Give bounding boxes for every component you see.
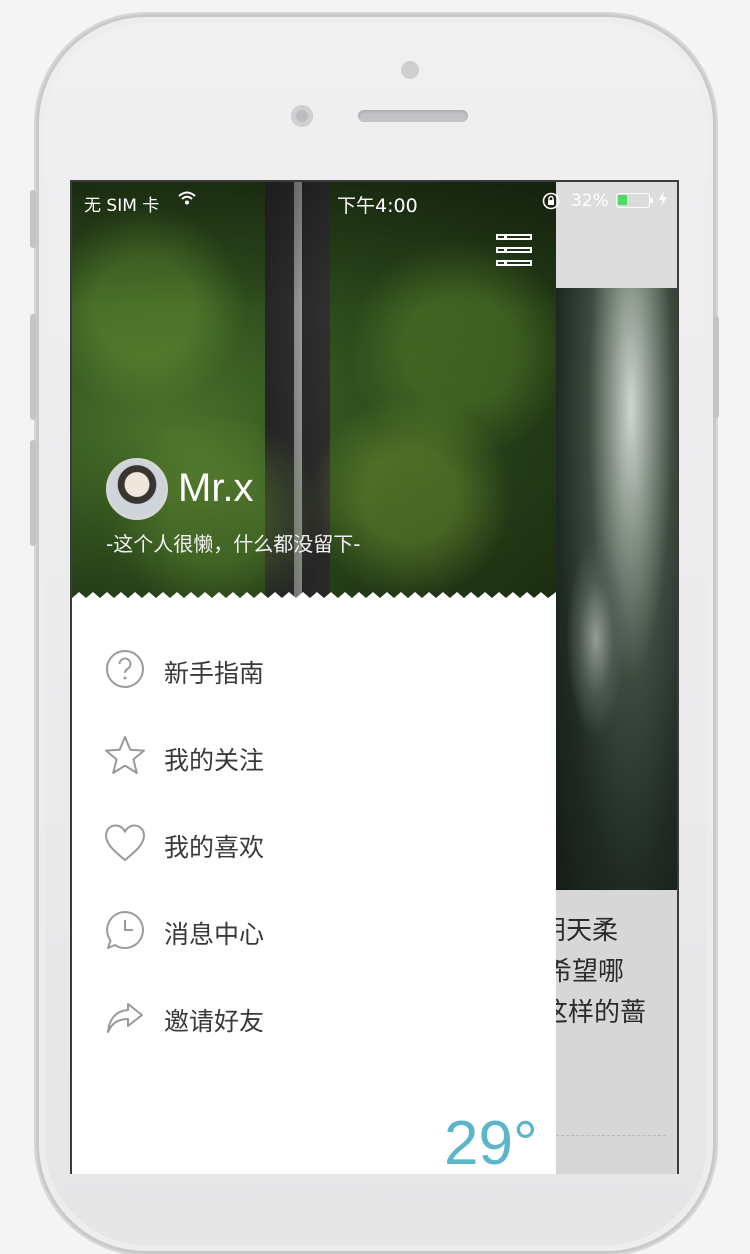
volume-up-button (30, 314, 36, 420)
carrier-label: 无 SIM 卡 (84, 196, 160, 216)
charging-icon (658, 191, 668, 212)
battery-percent: 32% (571, 191, 609, 211)
star-icon (104, 735, 146, 777)
avatar[interactable] (106, 458, 168, 520)
heart-icon (104, 822, 146, 864)
orientation-lock-icon (542, 192, 560, 215)
menu-item-label: 我的关注 (164, 746, 265, 775)
menu-item-label: 邀请好友 (164, 1007, 265, 1036)
clock-bubble-icon (104, 909, 146, 951)
proximity-sensor (291, 105, 313, 127)
background-article[interactable]: 阴天柔 希望哪 这样的蔷 (540, 890, 677, 1174)
username[interactable]: Mr.x (178, 466, 254, 511)
side-drawer: Mr.x -这个人很懒，什么都没留下- 新手指南 我的关注 我的喜欢 消息中心 … (72, 182, 556, 1174)
list-menu-icon[interactable] (496, 232, 532, 268)
article-line: 阴天柔 (540, 916, 619, 946)
power-button (713, 316, 719, 418)
menu-item-label: 我的喜欢 (164, 833, 265, 862)
question-circle-icon (104, 648, 146, 690)
background-photo[interactable] (556, 288, 677, 890)
earpiece-speaker (358, 110, 468, 122)
volume-down-button (30, 440, 36, 546)
divider (556, 1135, 666, 1136)
front-camera (401, 61, 419, 79)
weather-temperature: 29° (444, 1109, 538, 1174)
menu-item-label: 新手指南 (164, 659, 265, 688)
menu-item-guide[interactable]: 新手指南 (72, 640, 556, 700)
user-signature: -这个人很懒，什么都没留下- (106, 532, 361, 556)
share-arrow-icon (104, 996, 146, 1038)
status-bar: 无 SIM 卡 下午4:00 32% (72, 182, 677, 222)
clock-time: 下午4:00 (337, 195, 418, 217)
wifi-icon (178, 190, 196, 211)
zigzag-edge (72, 592, 556, 606)
article-line: 这样的蔷 (542, 998, 647, 1028)
menu-item-likes[interactable]: 我的喜欢 (72, 814, 556, 874)
menu-item-messages[interactable]: 消息中心 (72, 901, 556, 961)
menu-item-invite[interactable]: 邀请好友 (72, 988, 556, 1048)
menu-item-following[interactable]: 我的关注 (72, 727, 556, 787)
battery-icon (616, 193, 653, 208)
screen: 阴天柔 希望哪 这样的蔷 无 SIM 卡 下午4:00 32% Mr.x -这个… (70, 180, 679, 1174)
article-line: 希望哪 (546, 957, 625, 987)
mute-switch (30, 190, 36, 248)
battery-fill (618, 195, 628, 205)
menu-item-label: 消息中心 (164, 920, 265, 949)
